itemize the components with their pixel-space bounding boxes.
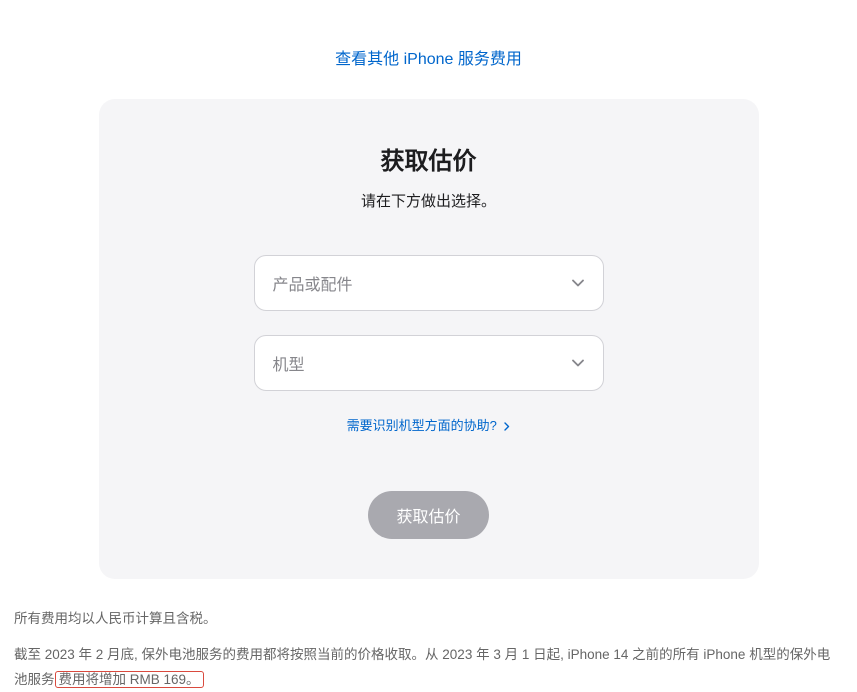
identify-model-help-link[interactable]: 需要识别机型方面的协助? (347, 418, 511, 433)
chevron-down-icon (571, 356, 585, 370)
get-estimate-button[interactable]: 获取估价 (368, 491, 488, 539)
other-services-link-wrap: 查看其他 iPhone 服务费用 (12, 0, 845, 99)
help-link-wrap: 需要识别机型方面的协助? (139, 415, 719, 435)
model-select[interactable]: 机型 (254, 335, 604, 391)
other-services-link[interactable]: 查看其他 iPhone 服务费用 (335, 51, 522, 68)
card-subtitle: 请在下方做出选择。 (139, 190, 719, 211)
footnote-line2: 截至 2023 年 2 月底, 保外电池服务的费用都将按照当前的价格收取。从 2… (14, 643, 843, 692)
chevron-right-icon (504, 419, 510, 434)
chevron-down-icon (571, 276, 585, 290)
help-link-label: 需要识别机型方面的协助? (347, 418, 497, 433)
product-select[interactable]: 产品或配件 (254, 255, 604, 311)
product-select-placeholder: 产品或配件 (273, 271, 353, 295)
card-title: 获取估价 (139, 141, 719, 176)
estimate-card: 获取估价 请在下方做出选择。 产品或配件 机型 需要识别机型方面的协助? 获取估… (99, 99, 759, 579)
footnote: 所有费用均以人民币计算且含税。 截至 2023 年 2 月底, 保外电池服务的费… (12, 607, 845, 692)
model-select-placeholder: 机型 (273, 351, 305, 375)
footnote-line1: 所有费用均以人民币计算且含税。 (14, 607, 843, 631)
highlighted-price-change: 费用将增加 RMB 169。 (55, 671, 204, 688)
